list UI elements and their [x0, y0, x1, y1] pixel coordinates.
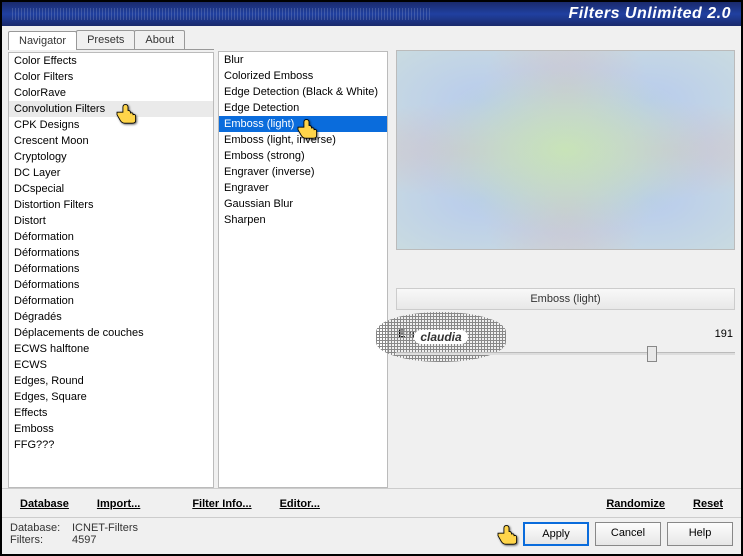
tab-strip: NavigatorPresetsAbout: [8, 30, 214, 50]
editor-button[interactable]: Editor...: [270, 495, 330, 513]
apply-button[interactable]: Apply: [523, 522, 589, 546]
category-item[interactable]: Déformations: [9, 245, 213, 261]
footer: Database:ICNET-Filters Filters:4597 Appl…: [2, 517, 741, 554]
filter-item[interactable]: Gaussian Blur: [219, 196, 387, 212]
status-filters-value: 4597: [72, 534, 96, 546]
preview-image: [397, 51, 734, 249]
category-item[interactable]: Déformation: [9, 229, 213, 245]
category-item[interactable]: Color Effects: [9, 53, 213, 69]
filter-item[interactable]: Edge Detection: [219, 100, 387, 116]
status-db-value: ICNET-Filters: [72, 522, 138, 534]
cancel-button[interactable]: Cancel: [595, 522, 661, 546]
filter-list[interactable]: BlurColorized EmbossEdge Detection (Blac…: [218, 51, 388, 488]
filter-item[interactable]: Blur: [219, 52, 387, 68]
category-item[interactable]: Effects: [9, 405, 213, 421]
category-item[interactable]: Emboss: [9, 421, 213, 437]
status-area: Database:ICNET-Filters Filters:4597: [10, 522, 138, 546]
filter-item[interactable]: Edge Detection (Black & White): [219, 84, 387, 100]
category-item[interactable]: DC Layer: [9, 165, 213, 181]
filter-item[interactable]: Emboss (light): [219, 116, 387, 132]
dialog-buttons: Apply Cancel Help: [523, 522, 733, 546]
filter-item[interactable]: Emboss (strong): [219, 148, 387, 164]
category-item[interactable]: Cryptology: [9, 149, 213, 165]
tab-navigator[interactable]: Navigator: [8, 31, 77, 50]
category-item[interactable]: ColorRave: [9, 85, 213, 101]
param-value: 191: [715, 328, 733, 340]
category-item[interactable]: FFG???: [9, 437, 213, 453]
title-bar: Filters Unlimited 2.0: [2, 2, 741, 26]
filter-item[interactable]: Sharpen: [219, 212, 387, 228]
preview-area: [396, 50, 735, 250]
hand-cursor-icon: [495, 523, 523, 545]
category-item[interactable]: Edges, Round: [9, 373, 213, 389]
filter-item[interactable]: Colorized Emboss: [219, 68, 387, 84]
param-slider[interactable]: [396, 344, 735, 362]
category-list[interactable]: Color EffectsColor FiltersColorRaveConvo…: [8, 52, 214, 488]
category-item[interactable]: Color Filters: [9, 69, 213, 85]
filter-item[interactable]: Engraver (inverse): [219, 164, 387, 180]
left-panel: NavigatorPresetsAbout Color EffectsColor…: [8, 30, 214, 488]
category-item[interactable]: ECWS halftone: [9, 341, 213, 357]
filter-panel: BlurColorized EmbossEdge Detection (Blac…: [218, 30, 388, 488]
category-item[interactable]: Crescent Moon: [9, 133, 213, 149]
slider-thumb[interactable]: [647, 346, 657, 362]
category-item[interactable]: Déformation: [9, 293, 213, 309]
current-filter-label: Emboss (light): [396, 288, 735, 310]
filter-item[interactable]: Engraver: [219, 180, 387, 196]
category-item[interactable]: Edges, Square: [9, 389, 213, 405]
category-item[interactable]: Déplacements de couches: [9, 325, 213, 341]
tab-about[interactable]: About: [134, 30, 185, 49]
randomize-button[interactable]: Randomize: [596, 495, 675, 513]
help-button[interactable]: Help: [667, 522, 733, 546]
app-title: Filters Unlimited 2.0: [568, 5, 731, 23]
toolbar: Database Import... Filter Info... Editor…: [2, 488, 741, 517]
tab-presets[interactable]: Presets: [76, 30, 135, 49]
reset-button[interactable]: Reset: [683, 495, 733, 513]
filter-item[interactable]: Emboss (light, inverse): [219, 132, 387, 148]
filter-info-button[interactable]: Filter Info...: [182, 495, 261, 513]
import-button[interactable]: Import...: [87, 495, 150, 513]
category-item[interactable]: Déformations: [9, 261, 213, 277]
preview-panel: claudia Emboss (light) Emboss 191: [396, 30, 735, 488]
category-item[interactable]: DCspecial: [9, 181, 213, 197]
category-item[interactable]: Convolution Filters: [9, 101, 213, 117]
category-item[interactable]: ECWS: [9, 357, 213, 373]
category-item[interactable]: Distortion Filters: [9, 197, 213, 213]
category-item[interactable]: Dégradés: [9, 309, 213, 325]
category-item[interactable]: CPK Designs: [9, 117, 213, 133]
category-item[interactable]: Distort: [9, 213, 213, 229]
category-item[interactable]: Déformations: [9, 277, 213, 293]
database-button[interactable]: Database: [10, 495, 79, 513]
